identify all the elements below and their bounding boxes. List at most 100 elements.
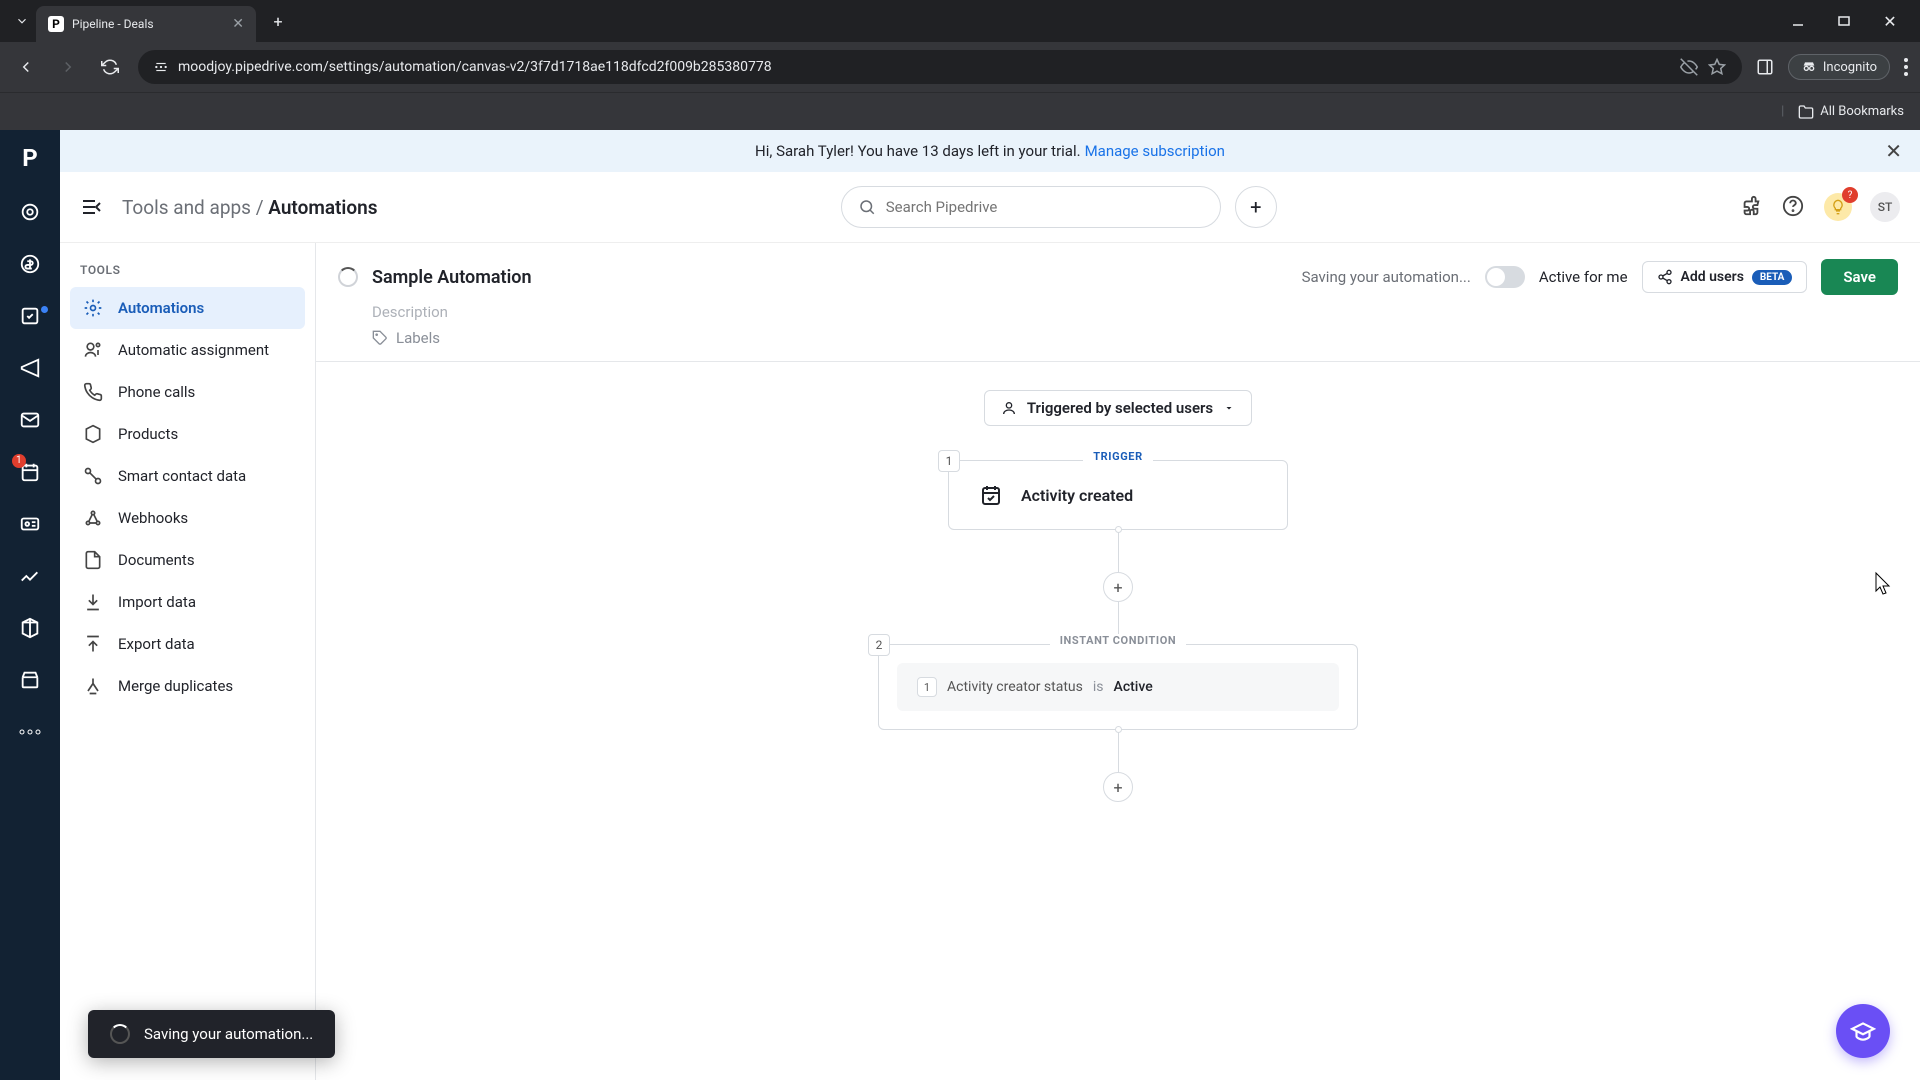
trigger-label: TRIGGER [1083, 450, 1153, 463]
step-number-badge: 1 [938, 450, 960, 472]
favicon-icon: P [48, 16, 64, 32]
calendar-icon [977, 481, 1005, 509]
help-icon[interactable] [1782, 195, 1806, 219]
rail-products-icon[interactable] [18, 616, 42, 640]
tools-sidebar: TOOLS Automations Automatic assignment P… [60, 243, 316, 1080]
trigger-title: Activity created [1021, 486, 1133, 505]
window-close-icon[interactable]: ✕ [1876, 7, 1904, 35]
add-step-button[interactable]: + [1103, 572, 1133, 602]
add-step-button[interactable]: + [1103, 772, 1133, 802]
active-toggle[interactable] [1485, 266, 1525, 288]
sidebar-item-phone-calls[interactable]: Phone calls [70, 371, 305, 413]
save-button[interactable]: Save [1821, 259, 1898, 295]
url-text: moodjoy.pipedrive.com/settings/automatio… [178, 59, 1670, 75]
user-avatar[interactable]: ST [1870, 192, 1900, 222]
description-field[interactable]: Description [338, 303, 1898, 321]
rail-insights-icon[interactable] [18, 564, 42, 588]
quick-add-button[interactable]: + [1235, 186, 1277, 228]
nav-reload-icon[interactable] [96, 53, 124, 81]
extensions-icon[interactable] [1740, 195, 1764, 219]
automation-canvas: Sample Automation Saving your automation… [316, 243, 1920, 1080]
bookmarks-bar: | All Bookmarks [0, 92, 1920, 130]
knowledge-base-fab[interactable] [1836, 1004, 1890, 1058]
condition-node[interactable]: 1 Activity creator status is Active [878, 644, 1358, 730]
browser-tab[interactable]: P Pipeline - Deals ✕ [36, 6, 256, 42]
folder-icon [1798, 104, 1814, 120]
tag-icon [372, 330, 388, 346]
saving-toast: Saving your automation... [88, 1010, 335, 1058]
eye-off-icon[interactable] [1680, 58, 1698, 76]
browser-address-bar: moodjoy.pipedrive.com/settings/automatio… [0, 42, 1920, 92]
beta-badge: BETA [1752, 270, 1793, 285]
banner-close-icon[interactable]: ✕ [1885, 139, 1902, 163]
rail-deals-icon[interactable] [18, 252, 42, 276]
sidebar-item-automations[interactable]: Automations [70, 287, 305, 329]
browser-menu-icon[interactable] [1904, 58, 1908, 76]
search-input[interactable] [841, 186, 1221, 228]
rail-more-icon[interactable] [18, 720, 42, 744]
trigger-node[interactable]: Activity created [948, 460, 1288, 530]
sidebar-item-automatic-assignment[interactable]: Automatic assignment [70, 329, 305, 371]
sidebar-collapse-icon[interactable] [80, 195, 104, 219]
toast-spinner-icon [110, 1024, 130, 1044]
rail-marketplace-icon[interactable] [18, 668, 42, 692]
browser-tab-strip: P Pipeline - Deals ✕ + ✕ [0, 0, 1920, 42]
search-icon [858, 198, 876, 216]
left-nav-rail: P 1 [0, 130, 60, 1080]
automation-header: Sample Automation Saving your automation… [316, 243, 1920, 362]
condition-row: 1 Activity creator status is Active [897, 663, 1339, 711]
rail-contacts-icon[interactable] [18, 512, 42, 536]
condition-label: INSTANT CONDITION [1050, 634, 1187, 647]
condition-number: 1 [917, 677, 937, 697]
sidebar-item-smart-contact-data[interactable]: Smart contact data [70, 455, 305, 497]
alert-badge-icon: ? [1842, 187, 1858, 203]
rail-activities-icon[interactable]: 1 [18, 460, 42, 484]
rail-campaigns-icon[interactable] [18, 356, 42, 380]
trial-banner-text: Hi, Sarah Tyler! You have 13 days left i… [755, 142, 1081, 160]
triggered-by-dropdown[interactable]: Triggered by selected users [984, 390, 1252, 426]
side-panel-icon[interactable] [1756, 58, 1774, 76]
breadcrumb-root[interactable]: Tools and apps [122, 196, 251, 219]
tab-close-icon[interactable]: ✕ [232, 16, 244, 32]
manage-subscription-link[interactable]: Manage subscription [1085, 142, 1225, 160]
tab-title: Pipeline - Deals [72, 17, 224, 31]
tab-search-icon[interactable] [8, 7, 36, 35]
all-bookmarks-button[interactable]: All Bookmarks [1798, 104, 1904, 120]
saving-spinner-icon [338, 267, 358, 287]
nav-forward-icon[interactable] [54, 53, 82, 81]
saving-status-text: Saving your automation... [1302, 268, 1471, 286]
window-maximize-icon[interactable] [1830, 7, 1858, 35]
sidebar-item-export-data[interactable]: Export data [70, 623, 305, 665]
incognito-chip[interactable]: Incognito [1788, 54, 1890, 80]
breadcrumb: Tools and apps / Automations [122, 196, 378, 219]
sidebar-item-products[interactable]: Products [70, 413, 305, 455]
add-users-button[interactable]: Add users BETA [1642, 261, 1808, 293]
rail-projects-icon[interactable] [18, 304, 42, 328]
breadcrumb-current: Automations [268, 196, 377, 219]
url-field[interactable]: moodjoy.pipedrive.com/settings/automatio… [138, 50, 1742, 84]
nav-back-icon[interactable] [12, 53, 40, 81]
automation-title[interactable]: Sample Automation [372, 267, 532, 288]
sales-assistant-icon[interactable]: ? [1824, 193, 1852, 221]
labels-field[interactable]: Labels [338, 329, 1898, 347]
top-bar: Tools and apps / Automations + [60, 172, 1920, 243]
sidebar-item-documents[interactable]: Documents [70, 539, 305, 581]
bookmark-star-icon[interactable] [1708, 58, 1726, 76]
share-icon [1657, 269, 1673, 285]
user-icon [1001, 400, 1017, 416]
toast-message: Saving your automation... [144, 1025, 313, 1043]
window-minimize-icon[interactable] [1784, 7, 1812, 35]
site-info-icon[interactable] [154, 60, 168, 74]
incognito-icon [1801, 59, 1817, 75]
rail-mail-icon[interactable] [18, 408, 42, 432]
sidebar-item-import-data[interactable]: Import data [70, 581, 305, 623]
rail-leads-icon[interactable] [18, 200, 42, 224]
app-logo-icon[interactable]: P [22, 144, 37, 172]
sidebar-item-webhooks[interactable]: Webhooks [70, 497, 305, 539]
chevron-down-icon [1223, 402, 1235, 414]
condition-value: Active [1114, 679, 1153, 695]
step-number-badge: 2 [868, 634, 890, 656]
new-tab-button[interactable]: + [264, 7, 292, 35]
sidebar-item-merge-duplicates[interactable]: Merge duplicates [70, 665, 305, 707]
tools-heading: TOOLS [70, 263, 305, 287]
